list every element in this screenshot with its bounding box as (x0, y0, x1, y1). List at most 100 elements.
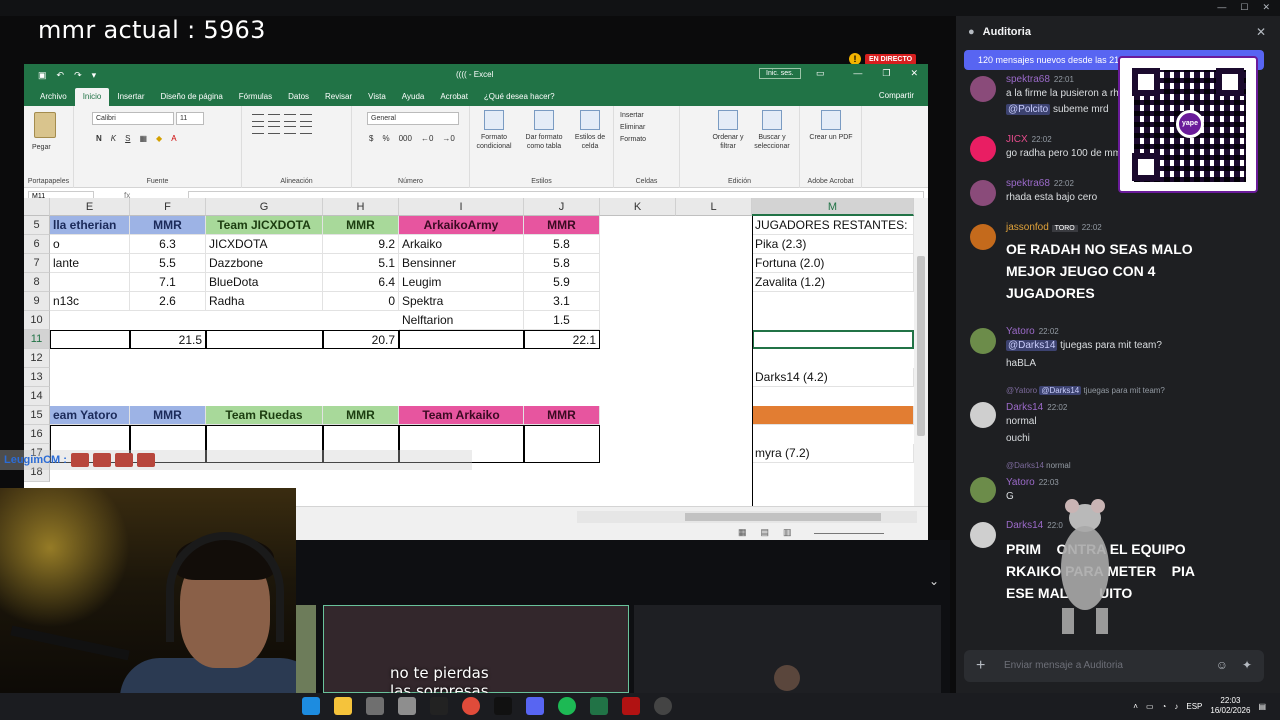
ribbon-options-icon[interactable]: ▭ (816, 68, 825, 79)
avatar[interactable] (970, 224, 996, 250)
normal-view-icon[interactable]: ▦ (738, 527, 747, 538)
mention[interactable]: @Darks14 (1006, 340, 1058, 351)
username[interactable]: Darks14 22:02 (1006, 402, 1067, 413)
col-header-l[interactable]: L (676, 198, 752, 216)
scrollbar-thumb[interactable] (917, 256, 925, 436)
total-label-cell[interactable] (206, 330, 323, 349)
mmr-cell[interactable]: 5.9 (524, 273, 600, 292)
mmr-cell[interactable]: 1.5 (524, 311, 600, 330)
avatar[interactable] (970, 522, 996, 548)
mmr-cell[interactable]: 5.5 (130, 254, 206, 273)
player-cell[interactable]: o (50, 235, 130, 254)
mmr-header-cell[interactable]: MMR (130, 216, 206, 235)
mmr-header-cell[interactable]: MMR (524, 406, 600, 425)
clock[interactable]: 22:03 16/02/2026 (1210, 696, 1250, 716)
participant-tile[interactable] (296, 605, 316, 693)
col-header-h[interactable]: H (323, 198, 399, 216)
network-icon[interactable]: ▭ (1146, 702, 1154, 711)
player-cell[interactable]: JICXDOTA (206, 235, 323, 254)
chrome-icon[interactable] (462, 697, 480, 715)
row-header[interactable]: 5 (24, 216, 50, 235)
avatar[interactable] (970, 402, 996, 428)
team-header-cell[interactable]: Team Arkaiko (399, 406, 524, 425)
font-name-select[interactable]: Calibri (92, 112, 174, 125)
player-cell[interactable]: Arkaiko (399, 235, 524, 254)
orange-cell[interactable] (752, 406, 914, 425)
find-select-button[interactable]: Buscar y seleccionar (748, 110, 796, 151)
mmr-cell[interactable]: 0 (323, 292, 399, 311)
tab-archivo[interactable]: Archivo (32, 88, 75, 106)
mmr-cell[interactable]: 2.6 (130, 292, 206, 311)
increase-decimal-icon[interactable]: ←0 (421, 134, 433, 143)
col-header-f[interactable]: F (130, 198, 206, 216)
mmr-cell[interactable]: 5.8 (524, 235, 600, 254)
conditional-format-button[interactable]: Formato condicional (470, 110, 518, 151)
username[interactable]: Yatoro 22:02 (1006, 326, 1059, 337)
tiktok-live-icon[interactable] (494, 697, 512, 715)
tab-datos[interactable]: Datos (280, 88, 317, 106)
page-break-icon[interactable]: ▥ (783, 527, 792, 538)
sign-in-button[interactable]: Inic. ses. (759, 68, 801, 79)
borders-icon[interactable]: ▦ (139, 134, 147, 143)
decrease-decimal-icon[interactable]: →0 (442, 134, 454, 143)
participant-tile[interactable] (634, 605, 941, 693)
remaining-player-cell[interactable]: Zavalita (1.2) (752, 273, 914, 292)
remaining-player-cell[interactable]: myra (7.2) (752, 444, 914, 463)
col-header-g[interactable]: G (206, 198, 323, 216)
spotify-icon[interactable] (558, 697, 576, 715)
tiktok-icon[interactable] (430, 697, 448, 715)
edge-icon[interactable] (302, 697, 320, 715)
share-button[interactable]: Compartir (879, 91, 914, 100)
mmr-cell[interactable]: 3.1 (524, 292, 600, 311)
row-header[interactable]: 12 (24, 349, 50, 368)
row-header[interactable]: 14 (24, 387, 50, 406)
undo-icon[interactable]: ↶ (57, 70, 65, 81)
total-label-cell[interactable] (399, 330, 524, 349)
maximize-icon[interactable]: ☐ (1240, 2, 1248, 13)
col-header-j[interactable]: J (524, 198, 600, 216)
emoji-icon[interactable]: ☺ (1216, 658, 1228, 672)
app-icon[interactable] (366, 697, 384, 715)
chevron-up-icon[interactable]: ˄ (1133, 702, 1138, 711)
restore-icon[interactable]: ❐ (882, 68, 890, 79)
folder-icon[interactable] (334, 697, 352, 715)
row-header[interactable]: 9 (24, 292, 50, 311)
scrollbar-thumb[interactable] (685, 513, 881, 521)
player-cell[interactable]: BlueDota (206, 273, 323, 292)
page-layout-icon[interactable]: ▤ (761, 527, 770, 538)
username[interactable]: spektra68 22:01 (1006, 74, 1074, 85)
underline-icon[interactable]: S (125, 134, 130, 143)
mmr-header-cell[interactable]: MMR (323, 216, 399, 235)
fill-color-icon[interactable]: ◆ (156, 134, 162, 143)
format-as-table-button[interactable]: Dar formato como tabla (520, 110, 568, 151)
tab-formulas[interactable]: Fórmulas (231, 88, 280, 106)
player-cell[interactable]: Radha (206, 292, 323, 311)
player-cell[interactable] (50, 273, 130, 292)
reply-preview[interactable]: @Darks14 normal (1006, 461, 1071, 470)
tab-ayuda[interactable]: Ayuda (394, 88, 433, 106)
mmr-cell[interactable]: 6.3 (130, 235, 206, 254)
row-header[interactable]: 16 (24, 425, 50, 444)
total-cell[interactable]: 20.7 (323, 330, 399, 349)
row-header[interactable]: 6 (24, 235, 50, 254)
chevron-down-icon[interactable]: ⌄ (929, 574, 939, 588)
row-header[interactable]: 7 (24, 254, 50, 273)
insert-cells-button[interactable]: Insertar (620, 110, 646, 122)
mention[interactable]: @Polcito (1006, 104, 1051, 115)
app-icon[interactable] (398, 697, 416, 715)
bold-icon[interactable]: N (96, 134, 102, 143)
selected-cell-m11[interactable] (752, 330, 914, 349)
redo-icon[interactable]: ↷ (74, 70, 82, 81)
horizontal-scrollbar[interactable] (577, 511, 917, 523)
username[interactable]: JICX 22:02 (1006, 134, 1052, 145)
team-header-cell[interactable]: lla etherian (50, 216, 130, 235)
customize-icon[interactable]: ▾ (92, 70, 97, 81)
paste-icon[interactable] (34, 112, 56, 138)
minimize-icon[interactable]: — (1217, 2, 1226, 13)
language-indicator[interactable]: ESP (1186, 702, 1202, 711)
vertical-scrollbar[interactable] (914, 198, 928, 506)
tab-insertar[interactable]: Insertar (109, 88, 152, 106)
avatar[interactable] (970, 76, 996, 102)
col-header-e[interactable]: E (50, 198, 130, 216)
total-cell[interactable]: 21.5 (130, 330, 206, 349)
